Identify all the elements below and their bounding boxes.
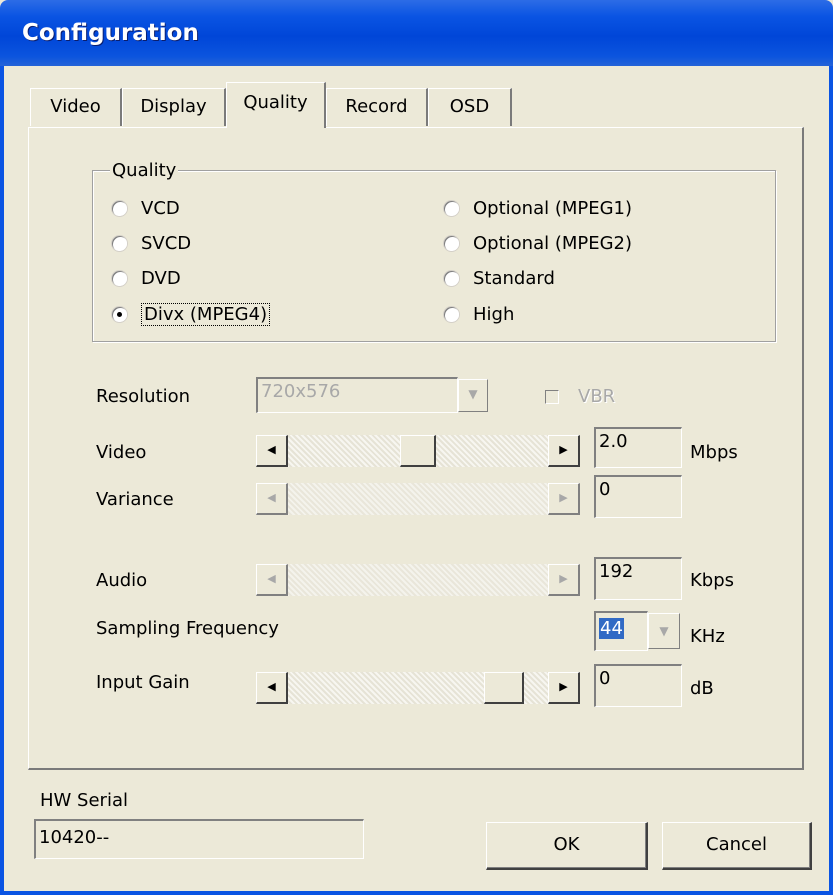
- resolution-combobox[interactable]: 720x576: [256, 377, 458, 413]
- radio-optional-mpeg2-indicator[interactable]: [444, 235, 459, 251]
- video-unit: Mbps: [690, 442, 738, 463]
- sampling-frequency-unit: KHz: [690, 626, 725, 647]
- radio-vcd[interactable]: VCD: [112, 195, 180, 221]
- sampling-frequency-combobox[interactable]: 44: [594, 611, 648, 651]
- window-border-right: [829, 66, 833, 895]
- input-gain-slider-left-button[interactable]: ◀: [256, 672, 288, 704]
- chevron-down-icon: ▼: [659, 624, 669, 638]
- arrow-right-icon: ▶: [559, 572, 568, 585]
- variance-slider[interactable]: ◀ ▶: [256, 483, 580, 515]
- variance-slider-right-button[interactable]: ▶: [548, 483, 580, 515]
- arrow-left-icon: ◀: [267, 572, 276, 585]
- tab-record[interactable]: Record: [326, 88, 428, 126]
- radio-optional-mpeg1-indicator[interactable]: [444, 200, 459, 216]
- input-gain-value: 0: [594, 664, 682, 707]
- video-bitrate-value: 2.0: [594, 427, 682, 468]
- audio-label: Audio: [96, 570, 148, 591]
- input-gain-unit: dB: [690, 678, 714, 699]
- variance-slider-left-button[interactable]: ◀: [256, 483, 288, 515]
- radio-high-indicator[interactable]: [444, 306, 459, 322]
- tab-display[interactable]: Display: [122, 88, 226, 126]
- variance-value: 0: [594, 475, 682, 518]
- arrow-right-icon: ▶: [559, 680, 568, 693]
- radio-svcd-label: SVCD: [141, 232, 192, 254]
- tab-video[interactable]: Video: [30, 88, 122, 126]
- tab-osd[interactable]: OSD: [428, 88, 512, 126]
- sampling-frequency-dropdown-button[interactable]: ▼: [648, 613, 680, 649]
- radio-optional-mpeg1-label: Optional (MPEG1): [473, 197, 633, 219]
- radio-svcd[interactable]: SVCD: [112, 230, 191, 256]
- resolution-label: Resolution: [96, 386, 191, 407]
- quality-group-legend: Quality: [110, 160, 179, 182]
- cancel-button[interactable]: Cancel: [662, 822, 812, 870]
- audio-slider-left-button[interactable]: ◀: [256, 564, 288, 596]
- arrow-right-icon: ▶: [559, 443, 568, 456]
- window-border-bottom: [0, 891, 833, 895]
- video-slider-left-button[interactable]: ◀: [256, 435, 288, 467]
- sampling-frequency-value: 44: [599, 618, 624, 639]
- tab-quality[interactable]: Quality: [226, 82, 326, 128]
- radio-divx-label: Divx (MPEG4): [141, 302, 271, 326]
- audio-bitrate-slider[interactable]: ◀ ▶: [256, 564, 580, 596]
- arrow-left-icon: ◀: [267, 491, 276, 504]
- audio-slider-right-button[interactable]: ▶: [548, 564, 580, 596]
- audio-unit: Kbps: [690, 570, 735, 591]
- sampling-frequency-label: Sampling Frequency: [96, 618, 279, 639]
- ok-button[interactable]: OK: [486, 822, 648, 870]
- video-label: Video: [96, 442, 147, 463]
- hw-serial-label: HW Serial: [40, 790, 128, 811]
- radio-vcd-label: VCD: [141, 197, 180, 219]
- arrow-left-icon: ◀: [267, 443, 276, 456]
- radio-dvd-label: DVD: [141, 267, 181, 289]
- video-slider-right-button[interactable]: ▶: [548, 435, 580, 467]
- input-gain-label: Input Gain: [96, 672, 190, 693]
- radio-dvd[interactable]: DVD: [112, 265, 181, 291]
- radio-svcd-indicator[interactable]: [112, 235, 127, 251]
- input-gain-slider-right-button[interactable]: ▶: [548, 672, 580, 704]
- radio-standard-label: Standard: [473, 267, 555, 289]
- radio-high-label: High: [473, 303, 515, 325]
- radio-optional-mpeg2-label: Optional (MPEG2): [473, 232, 633, 254]
- video-slider-thumb[interactable]: [400, 435, 436, 467]
- input-gain-slider-thumb[interactable]: [484, 672, 524, 704]
- resolution-dropdown-button[interactable]: ▼: [458, 379, 488, 412]
- chevron-down-icon: ▼: [468, 387, 478, 401]
- hw-serial-field[interactable]: 10420--: [34, 819, 364, 859]
- arrow-right-icon: ▶: [559, 491, 568, 504]
- radio-standard[interactable]: Standard: [444, 265, 555, 291]
- window-border-left: [0, 66, 4, 895]
- radio-optional-mpeg1[interactable]: Optional (MPEG1): [444, 195, 632, 221]
- radio-standard-indicator[interactable]: [444, 270, 459, 286]
- radio-divx-indicator[interactable]: [112, 306, 127, 322]
- window-title: Configuration: [22, 20, 199, 46]
- radio-high[interactable]: High: [444, 301, 514, 327]
- variance-label: Variance: [96, 489, 174, 510]
- radio-vcd-indicator[interactable]: [112, 200, 127, 216]
- radio-dvd-indicator[interactable]: [112, 270, 127, 286]
- vbr-checkbox[interactable]: [545, 390, 559, 404]
- video-bitrate-slider[interactable]: ◀ ▶: [256, 435, 580, 467]
- input-gain-slider[interactable]: ◀ ▶: [256, 672, 580, 704]
- radio-divx[interactable]: Divx (MPEG4): [112, 301, 271, 327]
- audio-bitrate-value: 192: [594, 557, 682, 600]
- title-bar[interactable]: Configuration: [0, 0, 833, 66]
- arrow-left-icon: ◀: [267, 680, 276, 693]
- radio-optional-mpeg2[interactable]: Optional (MPEG2): [444, 230, 632, 256]
- vbr-label: VBR: [578, 386, 616, 407]
